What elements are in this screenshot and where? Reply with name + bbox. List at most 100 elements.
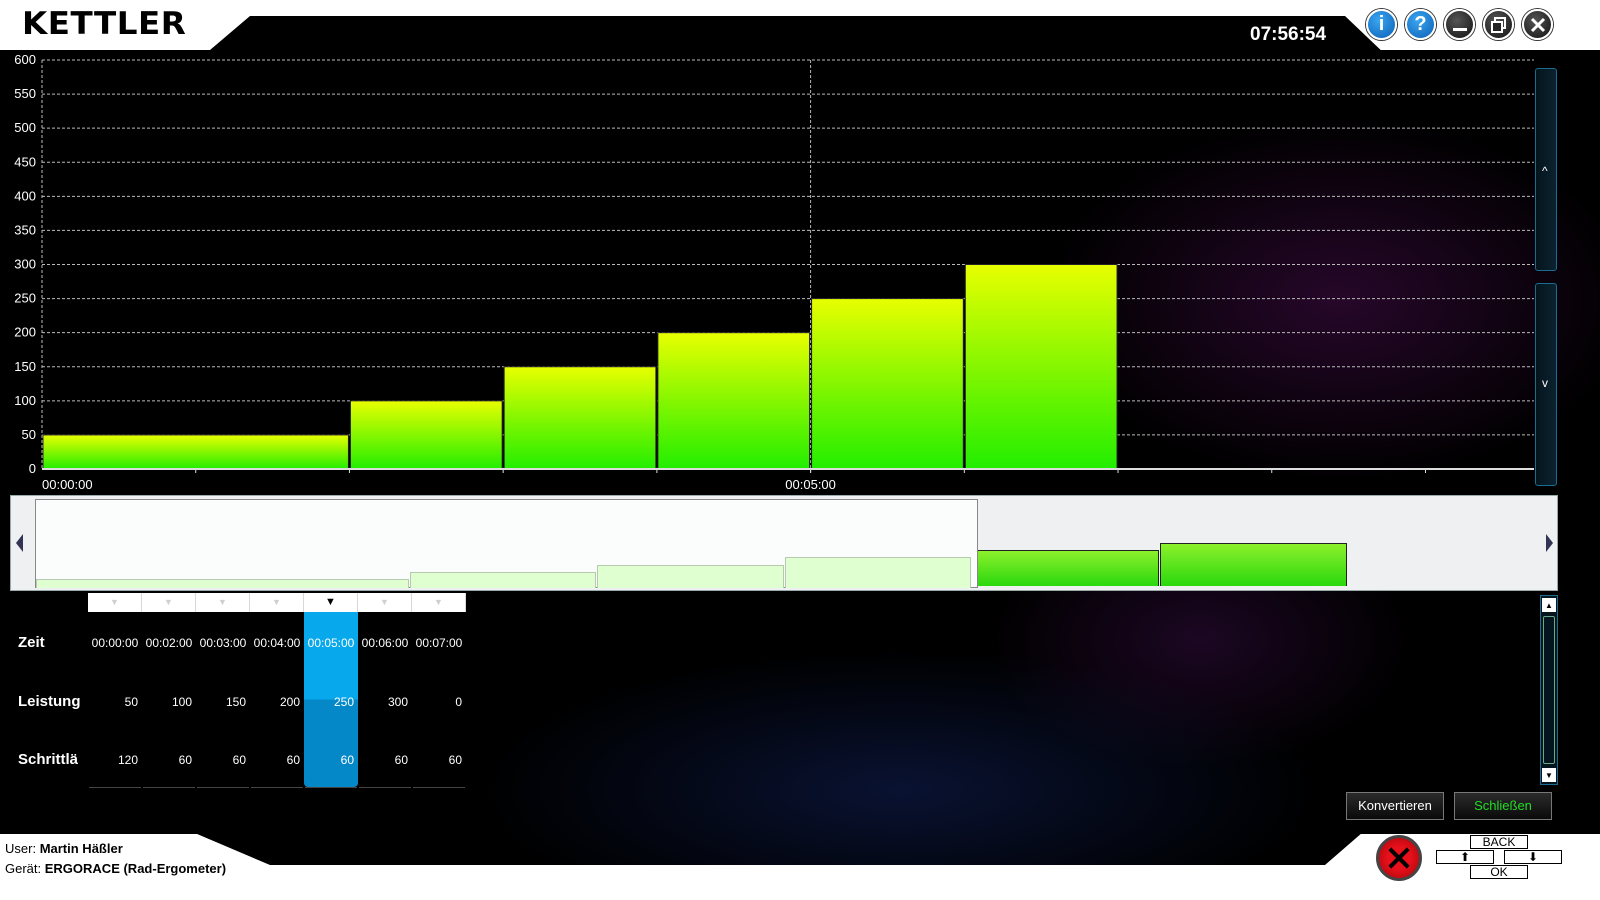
row-label-time: Zeit (18, 634, 45, 651)
column-divider (251, 787, 303, 788)
help-button[interactable]: ? (1405, 9, 1436, 40)
table-cell-time[interactable]: 00:05:00 (304, 636, 358, 650)
table-cell-cadence[interactable]: 60 (142, 753, 196, 767)
scroll-down-button[interactable]: ▼ (1542, 768, 1556, 782)
chart-bar[interactable] (811, 298, 964, 470)
table-cell-cadence[interactable]: 120 (88, 753, 142, 767)
help-icon: ? (1414, 13, 1427, 35)
logo-tab: KETTLER (0, 0, 250, 50)
navigator-selection-window[interactable] (35, 499, 978, 588)
table-cell-cadence[interactable]: 60 (412, 753, 466, 767)
restore-icon (1490, 16, 1506, 33)
chart-bar[interactable] (657, 332, 811, 470)
up-key[interactable]: ⬆ (1436, 850, 1494, 864)
column-filter-header[interactable]: ▼ (358, 593, 412, 612)
column-divider (359, 787, 411, 788)
filter-caret-icon: ▼ (218, 597, 227, 607)
minimize-button[interactable] (1444, 9, 1475, 40)
info-icon: i (1378, 13, 1385, 35)
navigator-bar (597, 565, 784, 588)
column-divider (143, 787, 195, 788)
navigator-right-arrow-icon[interactable] (1546, 534, 1553, 552)
y-tick-label: 450 (14, 154, 36, 169)
y-tick-label: 0 (29, 461, 36, 476)
y-tick-label: 250 (14, 291, 36, 306)
y-tick-label: 550 (14, 86, 36, 101)
navigator-bar (785, 557, 971, 588)
table-cell-cadence[interactable]: 60 (250, 753, 304, 767)
column-filter-header[interactable]: ▼ (142, 593, 196, 612)
chart-bar[interactable] (349, 400, 503, 470)
y-axis: 600550500450400350300250200150100500 (14, 52, 36, 476)
filter-caret-icon: ▼ (434, 597, 443, 607)
column-filter-header[interactable]: ▼ (196, 593, 250, 612)
user-info: User: Martin Häßler (5, 841, 123, 856)
column-filter-header[interactable]: ▼ (250, 593, 304, 612)
table-cell-power[interactable]: 250 (304, 695, 358, 709)
scroll-down-panel[interactable]: v (1535, 283, 1557, 486)
table-cell-cadence[interactable]: 60 (196, 753, 250, 767)
user-label: User: (5, 841, 37, 856)
close-icon (1530, 17, 1545, 32)
timeline-navigator[interactable] (10, 495, 1558, 591)
scroll-up-panel[interactable]: ^ (1535, 68, 1557, 271)
chart-bar[interactable] (503, 366, 657, 470)
down-key[interactable]: ⬇ (1504, 850, 1562, 864)
column-filter-header[interactable]: ▼ (412, 593, 466, 612)
y-tick-label: 150 (14, 359, 36, 374)
minimize-icon (1452, 28, 1467, 31)
column-filter-header[interactable]: ▼ (88, 593, 142, 612)
chevron-down-icon: v (1542, 376, 1548, 390)
y-tick-label: 500 (14, 120, 36, 135)
info-button[interactable]: i (1366, 9, 1397, 40)
y-tick-label: 200 (14, 325, 36, 340)
navigator-bar (1160, 543, 1347, 586)
kettler-logo: KETTLER (22, 6, 187, 42)
table-cell-time[interactable]: 00:02:00 (142, 636, 196, 650)
chevron-up-icon: ^ (1542, 164, 1548, 178)
row-label-cadence: Schrittlä (18, 751, 79, 768)
filter-caret-icon: ▼ (325, 596, 336, 608)
navigator-bar (36, 579, 409, 588)
filter-caret-icon: ▼ (110, 597, 119, 607)
interval-table: Zeit Leistung Schrittlä ▼ 00:00:00 50 120 ▼ 0… (0, 592, 1540, 792)
table-scrollbar[interactable]: ▲ ▼ (1540, 595, 1558, 785)
table-cell-time[interactable]: 00:00:00 (88, 636, 142, 650)
scroll-track[interactable] (1543, 616, 1555, 764)
filter-caret-icon: ▼ (164, 597, 173, 607)
table-cell-power[interactable]: 100 (142, 695, 196, 709)
close-button[interactable]: Schließen (1454, 792, 1552, 820)
joystick-icon[interactable] (1376, 835, 1422, 881)
ok-key[interactable]: OK (1470, 865, 1528, 879)
back-key[interactable]: BACK (1470, 835, 1528, 849)
column-filter-header[interactable]: ▼ (304, 593, 358, 612)
scroll-up-button[interactable]: ▲ (1542, 598, 1556, 612)
table-cell-power[interactable]: 150 (196, 695, 250, 709)
chart-bar[interactable] (42, 434, 349, 470)
table-cell-power[interactable]: 200 (250, 695, 304, 709)
table-cell-time[interactable]: 00:03:00 (196, 636, 250, 650)
table-cell-cadence[interactable]: 60 (358, 753, 412, 767)
y-tick-label: 50 (22, 427, 36, 442)
table-cell-time[interactable]: 00:06:00 (358, 636, 412, 650)
table-cell-time[interactable]: 00:04:00 (250, 636, 304, 650)
filter-caret-icon: ▼ (272, 597, 281, 607)
row-label-power: Leistung (18, 693, 81, 710)
x-axis: 00:00:00 00:05:00 (42, 468, 1534, 492)
table-cell-time[interactable]: 00:07:00 (412, 636, 466, 650)
maximize-button[interactable] (1483, 9, 1514, 40)
column-divider (413, 787, 465, 788)
table-cell-power[interactable]: 300 (358, 695, 412, 709)
footer-bar (0, 865, 1600, 900)
y-tick-label: 400 (14, 188, 36, 203)
navigator-left-arrow-icon[interactable] (16, 534, 23, 552)
user-name: Martin Häßler (39, 841, 123, 856)
table-cell-power[interactable]: 50 (88, 695, 142, 709)
y-tick-label: 300 (14, 257, 36, 272)
chart-bar[interactable] (964, 264, 1118, 470)
table-cell-cadence[interactable]: 60 (304, 753, 358, 767)
close-window-button[interactable] (1522, 9, 1553, 40)
filter-caret-icon: ▼ (380, 597, 389, 607)
convert-button[interactable]: Konvertieren (1346, 792, 1444, 820)
table-cell-power[interactable]: 0 (412, 695, 466, 709)
